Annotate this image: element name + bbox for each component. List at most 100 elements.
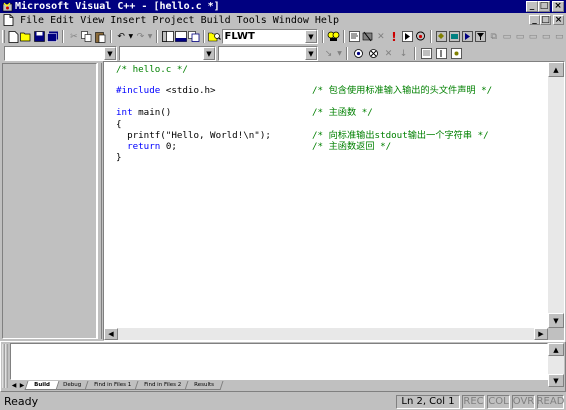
run-to-cursor-icon[interactable] <box>434 46 449 61</box>
code-line[interactable]: int main() /* 主函数 */ <box>116 107 373 119</box>
doc-minimize-button[interactable]: _ <box>529 15 540 25</box>
save-icon[interactable] <box>33 29 46 44</box>
tab-find-in-files-2[interactable]: Find in Files 2 <box>134 381 191 390</box>
wizardbar-actions-icon[interactable]: ⧉ <box>487 29 500 44</box>
scroll-left-icon[interactable]: ◀ <box>104 328 118 340</box>
compile-icon[interactable] <box>348 29 361 44</box>
tab-scroll-left-icon[interactable]: ◀ <box>10 381 18 390</box>
chevron-down-icon[interactable]: ▼ <box>203 47 215 60</box>
stop-build-icon[interactable]: ✕ <box>374 29 387 44</box>
doc-close-button[interactable]: × <box>553 15 564 25</box>
menu-edit[interactable]: Edit <box>47 15 77 26</box>
wizard-action-dropdown-icon[interactable]: ▼ <box>336 46 343 61</box>
toolbar-separator <box>346 47 348 60</box>
editor-vertical-scrollbar[interactable]: ▲ ▼ <box>548 62 564 328</box>
step-over-icon[interactable]: ↓ <box>396 46 411 61</box>
workspace-icon[interactable] <box>161 29 174 44</box>
go-debug-icon[interactable] <box>401 29 414 44</box>
code-text: } <box>116 152 122 163</box>
insert-breakpoint-icon[interactable] <box>414 29 427 44</box>
wizardbar-option5-icon[interactable]: ▭ <box>553 29 566 44</box>
scroll-up-icon[interactable]: ▲ <box>548 343 564 356</box>
wizardbar-option-icon[interactable]: ▭ <box>500 29 513 44</box>
window-list-icon[interactable] <box>187 29 200 44</box>
output-vertical-scrollbar[interactable]: ▲ ▼ <box>548 343 564 387</box>
menu-insert[interactable]: Insert <box>107 15 149 26</box>
doc-restore-button[interactable]: □ <box>540 15 551 25</box>
tab-find-in-files-1[interactable]: Find in Files 1 <box>84 381 141 390</box>
code-editor[interactable]: /* hello.c */ #include <stdio.h> /* 包含使用标准… <box>104 62 548 328</box>
wizardbar-filter-icon[interactable] <box>474 29 487 44</box>
find-icon[interactable] <box>327 29 340 44</box>
title-bar[interactable]: Microsoft Visual C++ - [hello.c *] _ □ × <box>0 0 566 13</box>
document-icon[interactable] <box>3 14 15 26</box>
save-all-icon[interactable] <box>46 29 59 44</box>
class-combo[interactable]: ▼ <box>4 46 117 61</box>
menu-view[interactable]: View <box>77 15 107 26</box>
wizardbar-option3-icon[interactable]: ▭ <box>527 29 540 44</box>
toolbar-grip[interactable] <box>2 30 5 43</box>
output-window-icon[interactable] <box>174 29 187 44</box>
tab-results[interactable]: Results <box>184 381 224 390</box>
menu-bar: File Edit View Insert Project Build Tool… <box>0 13 566 27</box>
copy-icon[interactable] <box>80 29 93 44</box>
menu-tools[interactable]: Tools <box>234 15 270 26</box>
cut-icon[interactable]: ✂ <box>67 29 80 44</box>
members-combo[interactable]: ▼ <box>119 46 216 61</box>
menu-file[interactable]: File <box>17 15 47 26</box>
wizardbar-class-icon[interactable] <box>435 29 448 44</box>
scroll-down-icon[interactable]: ▼ <box>548 374 564 387</box>
wizardbar-go-icon[interactable] <box>461 29 474 44</box>
redo-dropdown-icon[interactable]: ▼ <box>147 29 153 44</box>
output-pane-grip[interactable] <box>2 343 8 389</box>
redo-icon[interactable]: ↷ <box>134 29 147 44</box>
wizardbar-members-icon[interactable] <box>448 29 461 44</box>
ovr-indicator: OVR <box>512 394 535 409</box>
function-combo[interactable]: ▼ <box>218 46 318 61</box>
workspace-splitter[interactable] <box>97 63 102 339</box>
wizard-toolbar: ▼ ▼ ▼ ↘ ▼ ✕ ↓ <box>0 45 566 62</box>
toolbar-separator <box>203 30 206 43</box>
menu-window[interactable]: Window <box>270 15 312 26</box>
scroll-up-icon[interactable]: ▲ <box>548 62 564 77</box>
minimize-button[interactable]: _ <box>526 1 538 12</box>
find-combo[interactable]: FLWT ▼ <box>221 29 318 44</box>
app-icon <box>1 1 13 12</box>
wizardbar-option4-icon[interactable]: ▭ <box>540 29 553 44</box>
wizard-action-icon[interactable]: ↘ <box>321 46 336 61</box>
code-line[interactable]: /* hello.c */ <box>116 64 312 76</box>
quick-watch-icon[interactable] <box>449 46 464 61</box>
workspace-pane[interactable] <box>2 63 97 339</box>
toolbar-separator <box>321 30 324 43</box>
wizardbar-option2-icon[interactable]: ▭ <box>513 29 526 44</box>
undo-icon[interactable]: ↶ <box>115 29 128 44</box>
maximize-button[interactable]: □ <box>538 1 550 12</box>
remove-breakpoints-icon[interactable] <box>366 46 381 61</box>
menu-project[interactable]: Project <box>149 15 197 26</box>
output-window[interactable] <box>10 343 548 380</box>
paste-icon[interactable] <box>94 29 107 44</box>
menu-help[interactable]: Help <box>312 15 342 26</box>
new-file-icon[interactable] <box>7 29 20 44</box>
code-line[interactable]: #include <stdio.h> /* 包含使用标准输入输出的头文件声明 */ <box>116 85 492 97</box>
chevron-down-icon[interactable]: ▼ <box>304 30 317 43</box>
close-button[interactable]: × <box>552 1 564 12</box>
chevron-down-icon[interactable]: ▼ <box>305 47 317 60</box>
step-into-icon[interactable]: ✕ <box>381 46 396 61</box>
code-line[interactable]: } <box>116 152 312 164</box>
menu-build[interactable]: Build <box>198 15 234 26</box>
find-in-files-icon[interactable] <box>208 29 222 44</box>
execute-icon[interactable]: ! <box>387 29 400 44</box>
editor-horizontal-scrollbar[interactable]: ◀ ▶ <box>104 328 548 340</box>
scroll-right-icon[interactable]: ▶ <box>534 328 548 340</box>
standard-toolbar: ✂ ↶ ▼ ↷ ▼ FLWT ▼ ✕ ! ⧉ ▭ ▭ ▭ ▭ ▭ <box>0 28 566 45</box>
scroll-down-icon[interactable]: ▼ <box>548 313 564 328</box>
chevron-down-icon[interactable]: ▼ <box>104 47 116 60</box>
toggle-bookmark-icon[interactable] <box>351 46 366 61</box>
breakpoint-list-icon[interactable] <box>419 46 434 61</box>
toolbar-separator <box>156 30 159 43</box>
tab-build[interactable]: Build <box>24 381 60 390</box>
open-folder-icon[interactable] <box>20 29 33 44</box>
code-text: int main() <box>116 107 172 118</box>
build-icon[interactable] <box>361 29 374 44</box>
